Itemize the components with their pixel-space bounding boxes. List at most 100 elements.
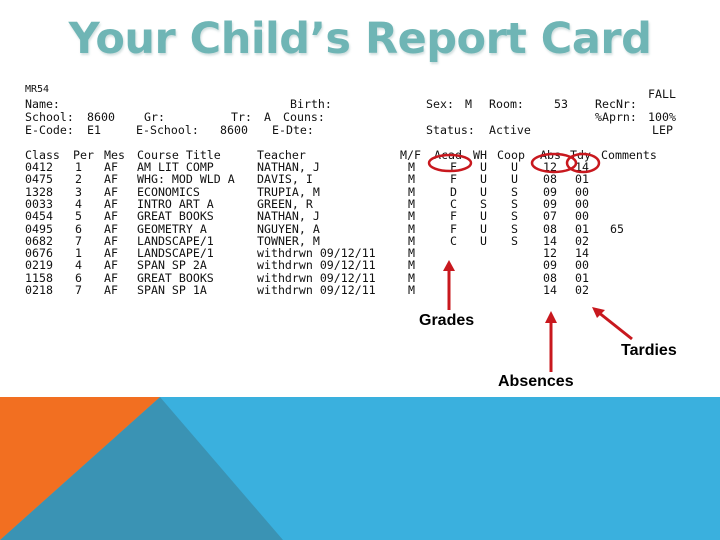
cell-tdy: 14 xyxy=(575,160,589,174)
recnr-label: RecNr: xyxy=(595,97,637,111)
absences-arrow xyxy=(545,311,557,372)
cell-class: 0682 xyxy=(25,233,53,248)
cell-tdy: 02 xyxy=(575,233,589,248)
cell-tdy: 00 xyxy=(575,258,589,273)
cell-teacher: TOWNER, M xyxy=(257,233,320,248)
cell-teacher: NGUYEN, A xyxy=(257,221,320,236)
cell-mes: AF xyxy=(104,184,118,199)
cell-coop: U xyxy=(511,160,518,174)
cell-coop: S xyxy=(511,196,518,211)
cell-mf: M xyxy=(408,172,415,187)
cell-course-title: SPAN SP 1A xyxy=(137,283,207,297)
school-label: School: xyxy=(25,110,74,124)
cell-abs: 08 xyxy=(543,270,557,285)
cell-per: 6 xyxy=(75,221,82,236)
cell-acad: C xyxy=(450,196,457,211)
cell-per: 7 xyxy=(75,233,82,248)
cell-class: 0412 xyxy=(25,160,53,174)
cell-abs: 12 xyxy=(543,246,557,261)
aprn-value: 100% xyxy=(648,110,676,124)
gr-label: Gr: xyxy=(144,110,165,124)
cell-coop: U xyxy=(511,172,518,187)
cell-class: 0454 xyxy=(25,209,53,224)
cell-course-title: LANDSCAPE/1 xyxy=(137,246,214,261)
cell-per: 1 xyxy=(75,160,82,174)
cell-course-title: INTRO ART A xyxy=(137,196,214,211)
cell-wh: U xyxy=(480,160,487,174)
cell-coop: S xyxy=(511,221,518,236)
cell-per: 4 xyxy=(75,258,82,273)
cell-tdy: 02 xyxy=(575,283,589,297)
cell-acad: F xyxy=(450,160,457,174)
sex-label: Sex: xyxy=(426,97,454,111)
cell-course-title: GREAT BOOKS xyxy=(137,209,214,224)
sex-value: M xyxy=(465,97,472,111)
cell-wh: U xyxy=(480,209,487,224)
cell-coop: S xyxy=(511,184,518,199)
cell-mf: M xyxy=(408,258,415,273)
cell-wh: U xyxy=(480,184,487,199)
cell-tdy: 00 xyxy=(575,184,589,199)
cell-mf: M xyxy=(408,233,415,248)
cell-abs: 09 xyxy=(543,196,557,211)
cell-course-title: ECONOMICS xyxy=(137,184,200,199)
cell-wh: S xyxy=(480,196,487,211)
cell-per: 7 xyxy=(75,283,82,297)
cell-mf: M xyxy=(408,283,415,297)
cell-mf: M xyxy=(408,184,415,199)
col-header-comments: Comments xyxy=(601,148,657,162)
cell-abs: 12 xyxy=(543,160,557,174)
cell-course-title: SPAN SP 2A xyxy=(137,258,207,273)
cell-comments: 65 xyxy=(610,221,624,236)
cell-tdy: 01 xyxy=(575,221,589,236)
cell-mf: M xyxy=(408,246,415,261)
cell-abs: 14 xyxy=(543,283,557,297)
cell-teacher: NATHAN, J xyxy=(257,209,320,224)
absences-label: Absences xyxy=(498,373,574,390)
cell-class: 0475 xyxy=(25,172,53,187)
name-label: Name: xyxy=(25,97,60,111)
cell-acad: C xyxy=(450,233,457,248)
cell-mes: AF xyxy=(104,196,118,211)
cell-mes: AF xyxy=(104,246,118,261)
cell-teacher: withdrwn 09/12/11 xyxy=(257,246,376,261)
cell-class: 1328 xyxy=(25,184,53,199)
eschool-value: 8600 xyxy=(220,123,248,137)
cell-per: 5 xyxy=(75,209,82,224)
cell-wh: U xyxy=(480,221,487,236)
cell-acad: D xyxy=(450,184,457,199)
cell-abs: 14 xyxy=(543,233,557,248)
cell-acad: F xyxy=(450,209,457,224)
ecode-value: E1 xyxy=(87,123,101,137)
tr-value: A xyxy=(264,110,271,124)
cell-per: 1 xyxy=(75,246,82,261)
tardies-label: Tardies xyxy=(621,342,677,359)
cell-tdy: 14 xyxy=(575,246,589,261)
eschool-label: E-School: xyxy=(136,123,199,137)
tardies-arrow xyxy=(592,307,633,341)
cell-class: 0495 xyxy=(25,221,53,236)
school-value: 8600 xyxy=(87,110,115,124)
ecode-label: E-Code: xyxy=(25,123,74,137)
cell-abs: 09 xyxy=(543,258,557,273)
cell-teacher: withdrwn 09/12/11 xyxy=(257,283,376,297)
cell-mes: AF xyxy=(104,233,118,248)
cell-per: 4 xyxy=(75,196,82,211)
cell-teacher: withdrwn 09/12/11 xyxy=(257,258,376,273)
term: FALL xyxy=(648,87,676,101)
cell-mf: M xyxy=(408,270,415,285)
record-id: MR54 xyxy=(25,84,50,95)
cell-teacher: withdrwn 09/12/11 xyxy=(257,270,376,285)
cell-coop: S xyxy=(511,209,518,224)
cell-teacher: DAVIS, I xyxy=(257,172,313,187)
cell-course-title: LANDSCAPE/1 xyxy=(137,233,214,248)
decorative-footer xyxy=(0,397,720,540)
cell-class: 0676 xyxy=(25,246,53,261)
cell-tdy: 00 xyxy=(575,209,589,224)
couns-label: Couns: xyxy=(283,110,325,124)
col-header-acad: Acad xyxy=(434,148,462,162)
room-value: 53 xyxy=(554,97,568,111)
cell-course-title: WHG: MOD WLD A xyxy=(137,172,235,187)
cell-class: 0218 xyxy=(25,283,53,297)
tr-label: Tr: xyxy=(231,110,252,124)
